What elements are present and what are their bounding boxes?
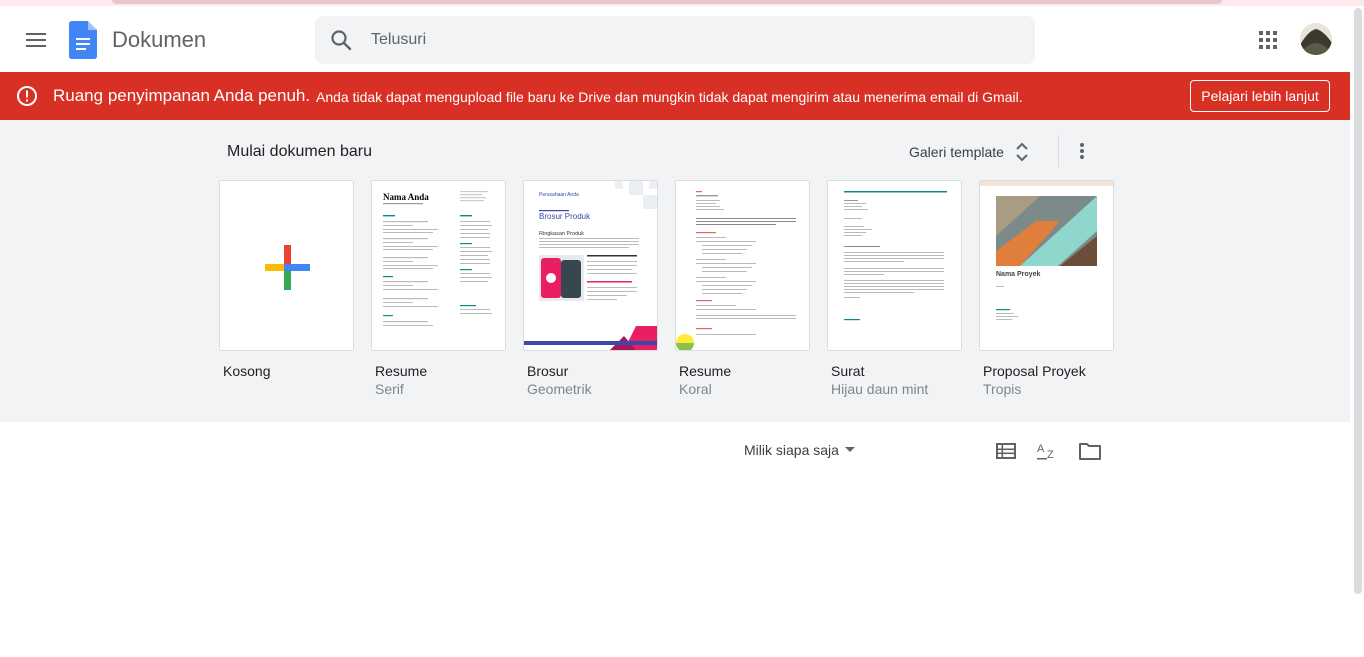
app-title[interactable]: Dokumen bbox=[112, 28, 206, 52]
thumb-brochure-section: Ringkasan Produk bbox=[539, 231, 584, 237]
thumb-company-name: Perusahaan Anda bbox=[539, 192, 579, 198]
template-thumbnail[interactable] bbox=[675, 180, 810, 351]
letter-preview bbox=[844, 191, 947, 321]
resume-coral-preview bbox=[696, 191, 796, 335]
template-card-resume-serif[interactable]: Nama Anda Resume Serif bbox=[371, 180, 506, 398]
learn-more-button[interactable]: Pelajari lebih lanjut bbox=[1190, 80, 1330, 112]
template-name: Resume bbox=[375, 363, 428, 379]
template-card-blank[interactable]: Kosong bbox=[219, 180, 354, 380]
template-gallery-label: Galeri template bbox=[909, 144, 1004, 160]
template-name: Brosur bbox=[527, 363, 569, 379]
folder-icon bbox=[1079, 443, 1101, 460]
thumb-project-name: Nama Proyek bbox=[996, 271, 1041, 278]
account-avatar[interactable] bbox=[1300, 23, 1332, 55]
project-proposal-preview bbox=[980, 181, 1113, 320]
template-subtitle: Tropis bbox=[983, 381, 1022, 397]
template-thumbnail[interactable]: Nama Anda bbox=[371, 180, 506, 351]
template-thumbnail[interactable]: Nama Proyek bbox=[979, 180, 1114, 351]
template-subtitle: Geometrik bbox=[527, 381, 592, 397]
expand-collapse-icon bbox=[1016, 142, 1028, 162]
template-card-project-proposal[interactable]: Nama Proyek Proposal Proyek Tropis bbox=[979, 180, 1114, 398]
dropdown-arrow-icon bbox=[844, 447, 855, 452]
open-file-picker-button[interactable] bbox=[1077, 438, 1103, 464]
template-card-brochure[interactable]: Perusahaan Anda Brosur Produk Ringkasan … bbox=[523, 180, 658, 398]
svg-text:A: A bbox=[1037, 443, 1045, 455]
template-thumbnail[interactable]: Perusahaan Anda Brosur Produk Ringkasan … bbox=[523, 180, 658, 351]
toolbar-divider bbox=[1058, 135, 1059, 167]
template-gallery: Mulai dokumen baru Galeri template Koson… bbox=[0, 120, 1350, 422]
search-icon[interactable] bbox=[329, 28, 353, 52]
warning-icon bbox=[17, 86, 37, 106]
page-scrollbar[interactable] bbox=[1354, 8, 1362, 594]
template-thumbnail[interactable] bbox=[827, 180, 962, 351]
google-apps-button[interactable] bbox=[1252, 24, 1284, 56]
thumb-brochure-title: Brosur Produk bbox=[539, 212, 591, 221]
main-menu-button[interactable] bbox=[14, 18, 58, 62]
search-bar[interactable] bbox=[315, 16, 1035, 64]
storage-full-banner: Ruang penyimpanan Anda penuh. Anda tidak… bbox=[0, 72, 1350, 120]
coral-dot-decoration bbox=[676, 334, 694, 350]
list-view-button[interactable] bbox=[993, 438, 1019, 464]
resume-serif-preview bbox=[383, 191, 492, 326]
sort-az-icon: A Z bbox=[1037, 443, 1054, 461]
menu-icon bbox=[26, 33, 46, 47]
template-subtitle: Hijau daun mint bbox=[831, 381, 929, 397]
template-name: Proposal Proyek bbox=[983, 363, 1086, 379]
template-subtitle: Koral bbox=[679, 381, 712, 397]
plus-icon bbox=[265, 245, 310, 290]
template-name: Resume bbox=[679, 363, 732, 379]
gallery-heading: Mulai dokumen baru bbox=[227, 143, 372, 160]
brochure-preview bbox=[524, 181, 657, 350]
template-name: Kosong bbox=[223, 363, 271, 379]
owner-filter-dropdown[interactable]: Milik siapa saja bbox=[744, 442, 855, 458]
template-thumbnail[interactable] bbox=[219, 180, 354, 351]
owner-filter-label: Milik siapa saja bbox=[744, 442, 839, 458]
apps-grid-icon bbox=[1259, 31, 1277, 49]
template-card-letter[interactable]: Surat Hijau daun mint bbox=[827, 180, 962, 398]
template-card-resume-coral[interactable]: Resume Koral bbox=[675, 180, 810, 398]
app-header: Dokumen bbox=[0, 6, 1352, 72]
list-view-icon bbox=[996, 443, 1016, 459]
sort-button[interactable]: A Z bbox=[1035, 438, 1061, 464]
template-gallery-button[interactable]: Galeri template bbox=[903, 136, 1034, 168]
document-list-toolbar: Milik siapa saja A Z bbox=[0, 436, 1350, 466]
more-vert-icon bbox=[1080, 143, 1084, 159]
template-subtitle: Serif bbox=[375, 381, 404, 397]
banner-message: Anda tidak dapat mengupload file baru ke… bbox=[316, 89, 1023, 105]
avatar-image bbox=[1300, 23, 1332, 55]
docs-logo-icon[interactable] bbox=[69, 21, 97, 59]
more-options-button[interactable] bbox=[1068, 137, 1096, 165]
search-input[interactable] bbox=[371, 16, 1011, 64]
banner-title: Ruang penyimpanan Anda penuh. bbox=[53, 86, 311, 105]
svg-text:Z: Z bbox=[1047, 449, 1054, 461]
template-name: Surat bbox=[831, 363, 865, 379]
